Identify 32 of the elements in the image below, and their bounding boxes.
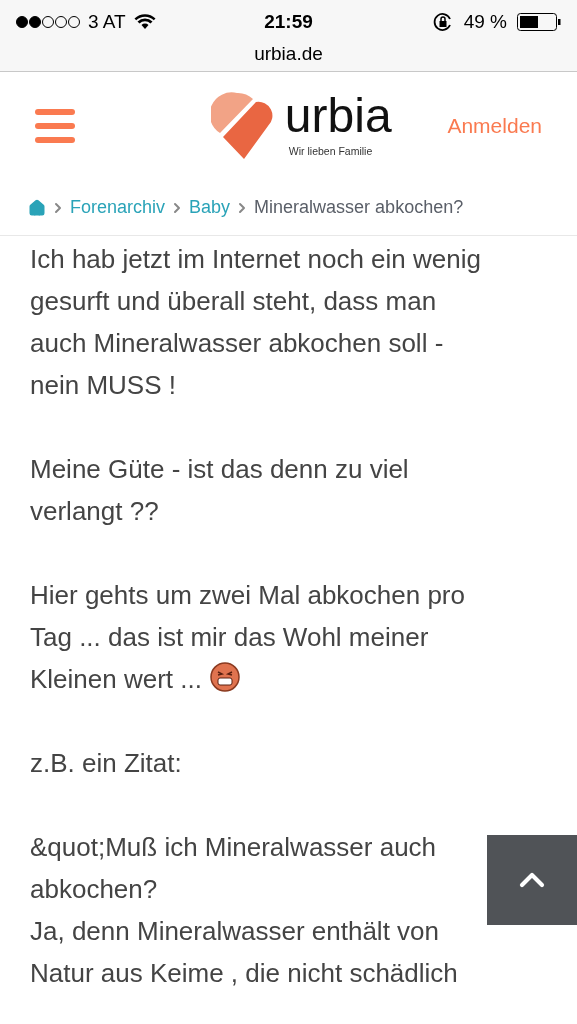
logo-wordmark: urbia xyxy=(284,92,392,141)
post-text-line: Hier gehts um zwei Mal abkochen pro xyxy=(30,579,465,612)
post-text-line: z.B. ein Zitat: xyxy=(30,747,182,780)
breadcrumb-current: Mineralwasser abkochen? xyxy=(254,196,464,219)
post-text-line: Natur aus Keime , die nicht schädlich xyxy=(30,957,458,990)
battery-icon xyxy=(517,12,561,32)
logo-tagline: Wir lieben Familie xyxy=(288,144,373,160)
post-text-line: Tag ... das ist mir das Wohl meiner xyxy=(30,621,429,654)
signal-icon xyxy=(16,15,80,29)
breadcrumb-link[interactable]: Forenarchiv xyxy=(70,194,166,221)
clock: 21:59 xyxy=(264,9,313,34)
post-text-line: gesurft und überall steht, dass man xyxy=(30,285,437,318)
rotation-lock-icon xyxy=(431,11,454,33)
post-text-line: verlangt ?? xyxy=(30,495,159,528)
home-icon[interactable] xyxy=(28,198,46,217)
heart-logo-icon xyxy=(210,92,273,160)
post-text-line: Kleinen wert ... xyxy=(30,658,240,700)
post-text-line: abkochen? xyxy=(30,873,158,906)
menu-icon[interactable] xyxy=(35,109,75,143)
grinning-emoji-icon xyxy=(210,662,240,692)
post-text-line: Meine Güte - ist das denn zu viel xyxy=(30,453,409,486)
post-text-line: nein MUSS ! xyxy=(30,369,176,402)
post-text-line: Ich hab jetzt im Internet noch ein wenig xyxy=(30,243,481,276)
carrier-label: 3 AT xyxy=(88,9,126,34)
address-bar-url[interactable]: urbia.de xyxy=(254,40,323,69)
post-text-line: Ja, denn Mineralwasser enthält von xyxy=(30,915,439,948)
wifi-icon xyxy=(133,14,156,30)
post-text-line: auch Mineralwasser abkochen soll - xyxy=(30,327,444,360)
login-link[interactable]: Anmelden xyxy=(447,110,542,142)
battery-percentage: 49 % xyxy=(463,9,507,34)
breadcrumb-link[interactable]: Baby xyxy=(189,194,231,221)
post-text-line: &quot;Muß ich Mineralwasser auch xyxy=(30,831,437,864)
